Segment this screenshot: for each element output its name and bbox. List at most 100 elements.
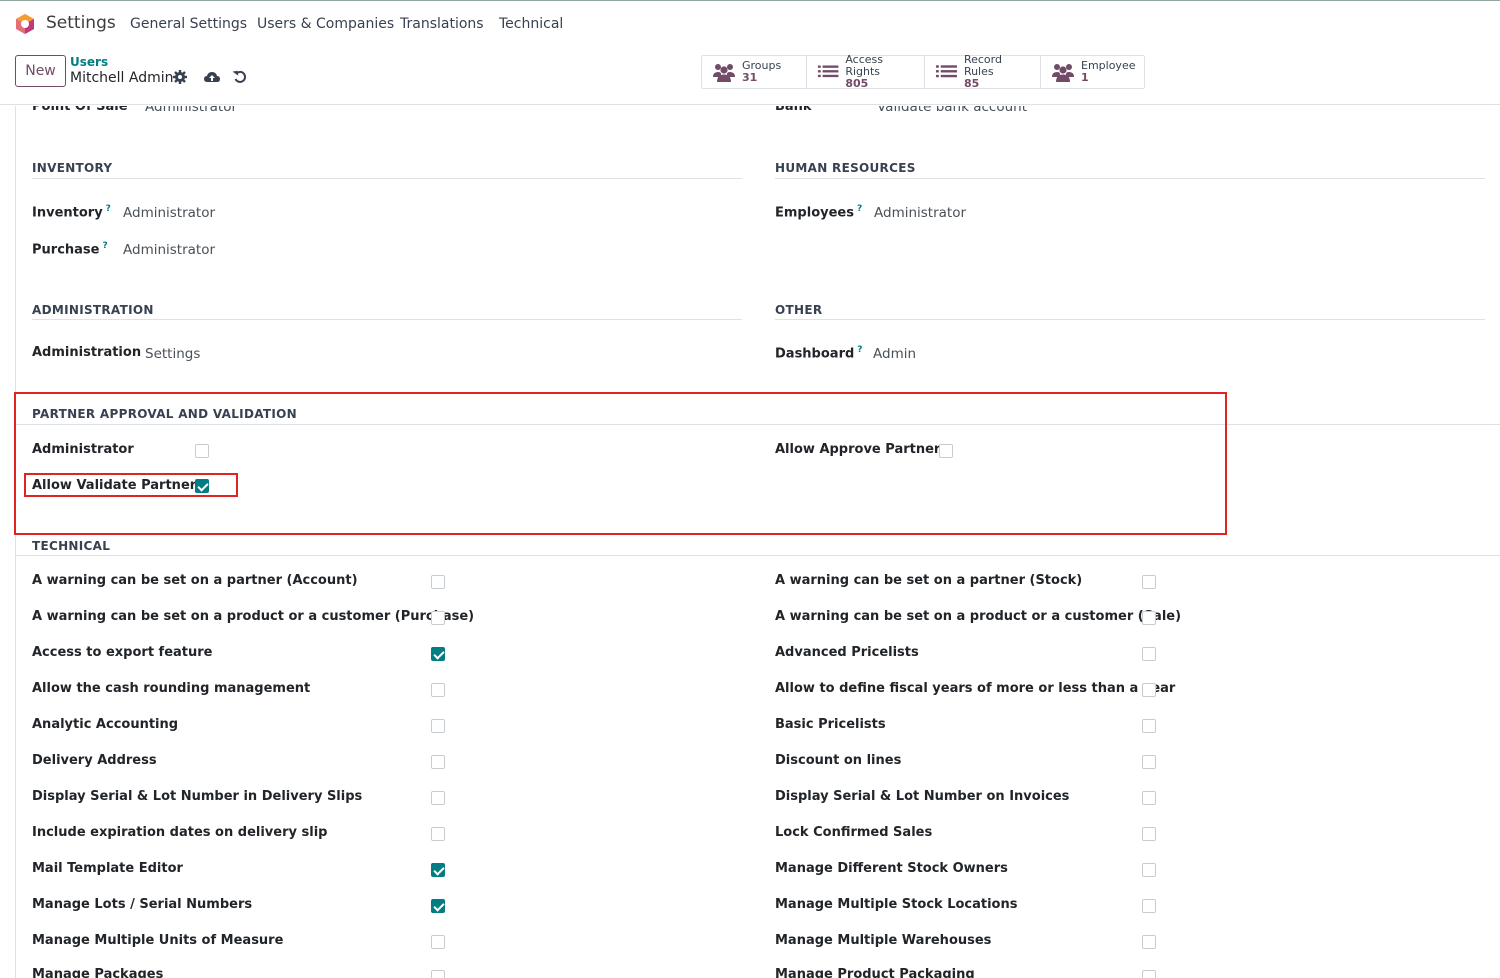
technical-option-checkbox[interactable] [431,647,445,661]
technical-option-checkbox[interactable] [1142,863,1156,877]
record-rules-label: Record Rules [963,53,1002,78]
menu-users-companies[interactable]: Users & Companies [257,16,394,32]
users-icon [713,64,735,82]
technical-option-checkbox[interactable] [1142,755,1156,769]
list-icon [935,65,957,78]
other-divider [775,319,1485,320]
app-name[interactable]: Settings [46,13,116,33]
users-icon [1052,64,1074,82]
technical-option-checkbox[interactable] [431,791,445,805]
technical-option-checkbox[interactable] [431,863,445,877]
technical-option-label: Manage Lots / Serial Numbers [32,897,253,912]
hr-section-title: HUMAN RESOURCES [775,161,916,175]
record-rules-count: 85 [963,77,980,90]
technical-option-checkbox[interactable] [1142,935,1156,949]
user-form: Point Of Sale Administrator Bank Validat… [0,106,1500,978]
smart-buttons: Groups 31 Access Rights 805 Record Rules… [701,53,1145,90]
technical-option-label: Manage Multiple Units of Measure [32,933,284,948]
inventory-field-value[interactable]: Administrator [123,205,215,221]
technical-option-checkbox[interactable] [431,575,445,589]
technical-section-title: TECHNICAL [32,539,111,553]
technical-option-label: Manage Multiple Stock Locations [775,897,1018,912]
technical-option-checkbox[interactable] [431,970,445,978]
technical-option-checkbox[interactable] [1142,899,1156,913]
technical-option-label: Display Serial & Lot Number in Delivery … [32,789,363,804]
access-rights-count: 805 [845,77,869,90]
menu-technical[interactable]: Technical [499,16,563,32]
menu-general-settings[interactable]: General Settings [130,16,247,32]
gear-icon[interactable] [172,69,188,85]
technical-option-checkbox[interactable] [1142,827,1156,841]
technical-option-checkbox[interactable] [1142,791,1156,805]
administration-divider [32,319,742,320]
technical-option-label: Advanced Pricelists [775,645,919,660]
technical-option-label: Analytic Accounting [32,717,179,732]
other-section-title: OTHER [775,303,823,317]
odoo-logo-icon[interactable] [14,13,36,35]
technical-option-label: Basic Pricelists [775,717,886,732]
purchase-field-label: Purchase? [32,241,108,258]
employees-field-value[interactable]: Administrator [874,205,966,221]
employee-label: Employee [1081,59,1136,72]
bank-value[interactable]: Validate bank account [877,106,1027,115]
technical-option-checkbox[interactable] [431,683,445,697]
technical-option-label: Manage Product Packaging [775,967,975,978]
dashboard-field-value[interactable]: Admin [873,346,916,362]
access-rights-smart-button[interactable]: Access Rights 805 [807,53,925,90]
employee-smart-button[interactable]: Employee 1 [1041,56,1144,88]
technical-option-checkbox[interactable] [1142,575,1156,589]
technical-option-label: A warning can be set on a product or a c… [775,609,1182,624]
partner-section-highlight [14,392,1227,535]
groups-count: 31 [742,71,758,84]
breadcrumb-users[interactable]: Users [70,55,108,69]
top-navbar: Settings General Settings Users & Compan… [0,0,1500,47]
technical-option-checkbox[interactable] [431,611,445,625]
technical-option-checkbox[interactable] [1142,683,1156,697]
inventory-section-title: INVENTORY [32,161,113,175]
technical-option-label: Manage Multiple Warehouses [775,933,992,948]
technical-option-checkbox[interactable] [431,899,445,913]
help-icon[interactable]: ? [102,241,107,251]
technical-option-checkbox[interactable] [431,827,445,841]
dashboard-field-label: Dashboard? [775,345,863,362]
administration-field-label: Administration [32,345,142,360]
cloud-upload-icon[interactable] [203,69,221,85]
help-icon[interactable]: ? [857,204,862,214]
technical-option-label: A warning can be set on a partner (Stock… [775,573,1083,588]
technical-option-checkbox[interactable] [431,719,445,733]
technical-option-label: Lock Confirmed Sales [775,825,933,840]
point-of-sale-label: Point Of Sale [32,106,128,114]
help-icon[interactable]: ? [106,204,111,214]
help-icon[interactable]: ? [857,345,862,355]
form-left-border [15,106,16,978]
menu-translations[interactable]: Translations [400,16,484,32]
hr-divider [775,178,1485,179]
groups-smart-button[interactable]: Groups 31 [702,56,807,88]
technical-option-label: Manage Packages [32,967,164,978]
technical-option-checkbox[interactable] [1142,719,1156,733]
discard-changes-icon[interactable] [232,69,248,85]
technical-option-label: Allow to define fiscal years of more or … [775,681,1176,696]
technical-option-label: Allow the cash rounding management [32,681,311,696]
record-rules-smart-button[interactable]: Record Rules 85 [925,53,1041,90]
access-rights-label: Access Rights [845,53,884,78]
employees-field-label: Employees? [775,204,863,221]
technical-divider [15,555,1500,556]
technical-option-label: Access to export feature [32,645,213,660]
administration-section-title: ADMINISTRATION [32,303,154,317]
technical-option-checkbox[interactable] [431,935,445,949]
technical-option-checkbox[interactable] [1142,647,1156,661]
technical-option-checkbox[interactable] [1142,611,1156,625]
administration-field-value[interactable]: Settings [145,346,200,362]
list-icon [817,65,839,78]
purchase-field-value[interactable]: Administrator [123,242,215,258]
new-button[interactable]: New [15,55,66,87]
technical-option-label: A warning can be set on a partner (Accou… [32,573,358,588]
technical-option-checkbox[interactable] [431,755,445,769]
validate-partner-highlight [24,473,238,497]
technical-option-checkbox[interactable] [1142,970,1156,978]
control-panel: New Users Mitchell Admin Groups 31 Acces… [0,47,1500,105]
bank-label: Bank [775,106,812,114]
inventory-field-label: Inventory? [32,204,111,221]
point-of-sale-value[interactable]: Administrator [145,106,237,115]
